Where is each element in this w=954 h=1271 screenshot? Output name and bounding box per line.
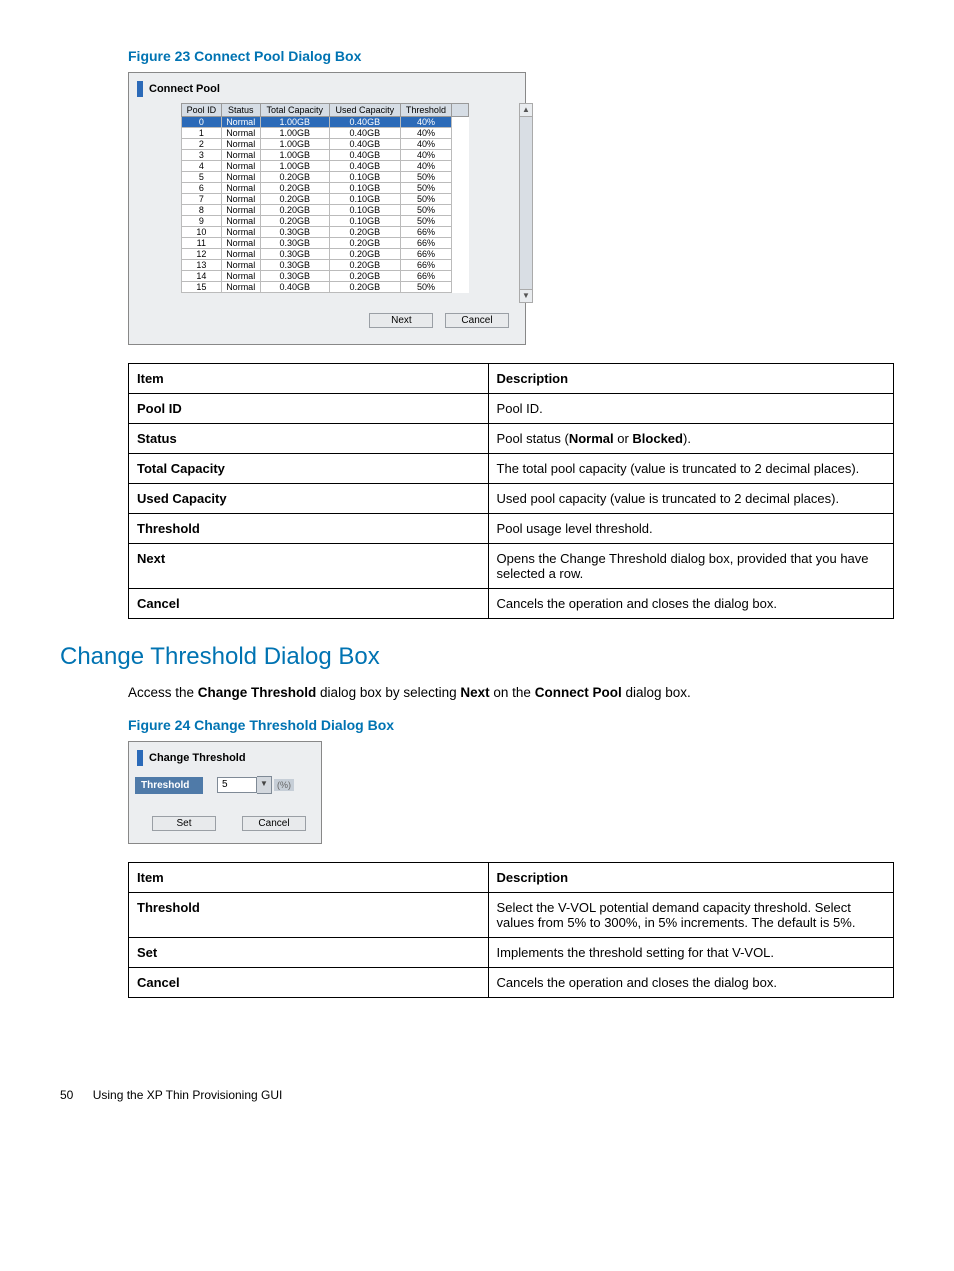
dialog-title: Change Threshold [149, 752, 246, 764]
figure24-desc-table: ItemDescriptionThresholdSelect the V-VOL… [128, 862, 894, 998]
table-row: Used CapacityUsed pool capacity (value i… [129, 484, 894, 514]
table-row: Pool IDPool ID. [129, 394, 894, 424]
table-row[interactable]: 7Normal0.20GB0.10GB50% [182, 194, 469, 205]
table-row: StatusPool status (Normal or Blocked). [129, 424, 894, 454]
connect-pool-dialog: Connect Pool Pool IDStatusTotal Capacity… [128, 72, 526, 345]
column-header: Description [488, 364, 893, 394]
change-threshold-heading: Change Threshold Dialog Box [60, 643, 894, 671]
column-header[interactable]: Status [221, 104, 260, 117]
page-number: 50 [60, 1088, 73, 1102]
next-button[interactable]: Next [369, 313, 433, 328]
footer-section: Using the XP Thin Provisioning GUI [93, 1088, 283, 1102]
table-row[interactable]: 3Normal1.00GB0.40GB40% [182, 150, 469, 161]
column-header[interactable]: Total Capacity [260, 104, 329, 117]
table-row[interactable]: 15Normal0.40GB0.20GB50% [182, 282, 469, 293]
chevron-down-icon[interactable]: ▼ [257, 776, 272, 794]
table-row: ThresholdPool usage level threshold. [129, 514, 894, 544]
table-row[interactable]: 4Normal1.00GB0.40GB40% [182, 161, 469, 172]
figure24-caption: Figure 24 Change Threshold Dialog Box [60, 717, 894, 733]
column-header: Item [129, 364, 489, 394]
table-row: CancelCancels the operation and closes t… [129, 968, 894, 998]
table-row: NextOpens the Change Threshold dialog bo… [129, 544, 894, 589]
table-row[interactable]: 0Normal1.00GB0.40GB40% [182, 117, 469, 128]
page-footer: 50 Using the XP Thin Provisioning GUI [60, 1088, 894, 1102]
cancel-button[interactable]: Cancel [242, 816, 306, 831]
scroll-up-icon[interactable]: ▲ [519, 103, 533, 117]
pool-table[interactable]: Pool IDStatusTotal CapacityUsed Capacity… [181, 103, 469, 293]
title-accent-icon [137, 81, 143, 97]
table-row[interactable]: 1Normal1.00GB0.40GB40% [182, 128, 469, 139]
column-header: Description [488, 863, 893, 893]
corner-cell [452, 104, 469, 117]
table-row: Total CapacityThe total pool capacity (v… [129, 454, 894, 484]
threshold-label: Threshold [135, 777, 203, 794]
column-header: Item [129, 863, 489, 893]
figure23-desc-table: ItemDescriptionPool IDPool ID.StatusPool… [128, 363, 894, 619]
table-row[interactable]: 9Normal0.20GB0.10GB50% [182, 216, 469, 227]
table-row: SetImplements the threshold setting for … [129, 938, 894, 968]
scroll-down-icon[interactable]: ▼ [519, 289, 533, 303]
column-header[interactable]: Used Capacity [329, 104, 400, 117]
figure23-caption: Figure 23 Connect Pool Dialog Box [60, 48, 894, 64]
cancel-button[interactable]: Cancel [445, 313, 509, 328]
table-row: ThresholdSelect the V-VOL potential dema… [129, 893, 894, 938]
table-row[interactable]: 6Normal0.20GB0.10GB50% [182, 183, 469, 194]
scrollbar[interactable]: ▲ ▼ [519, 103, 533, 303]
threshold-select[interactable]: 5 [217, 777, 257, 793]
table-row[interactable]: 8Normal0.20GB0.10GB50% [182, 205, 469, 216]
table-row[interactable]: 11Normal0.30GB0.20GB66% [182, 238, 469, 249]
table-row[interactable]: 5Normal0.20GB0.10GB50% [182, 172, 469, 183]
table-row[interactable]: 10Normal0.30GB0.20GB66% [182, 227, 469, 238]
table-row: CancelCancels the operation and closes t… [129, 589, 894, 619]
table-row[interactable]: 13Normal0.30GB0.20GB66% [182, 260, 469, 271]
dialog-title: Connect Pool [149, 83, 220, 95]
title-accent-icon [137, 750, 143, 766]
change-threshold-intro: Access the Change Threshold dialog box b… [60, 683, 894, 703]
change-threshold-dialog: Change Threshold Threshold 5 ▼ (%) Set C… [128, 741, 322, 844]
column-header[interactable]: Pool ID [182, 104, 222, 117]
column-header[interactable]: Threshold [400, 104, 451, 117]
set-button[interactable]: Set [152, 816, 216, 831]
threshold-unit: (%) [274, 779, 294, 791]
table-row[interactable]: 12Normal0.30GB0.20GB66% [182, 249, 469, 260]
table-row[interactable]: 2Normal1.00GB0.40GB40% [182, 139, 469, 150]
table-row[interactable]: 14Normal0.30GB0.20GB66% [182, 271, 469, 282]
